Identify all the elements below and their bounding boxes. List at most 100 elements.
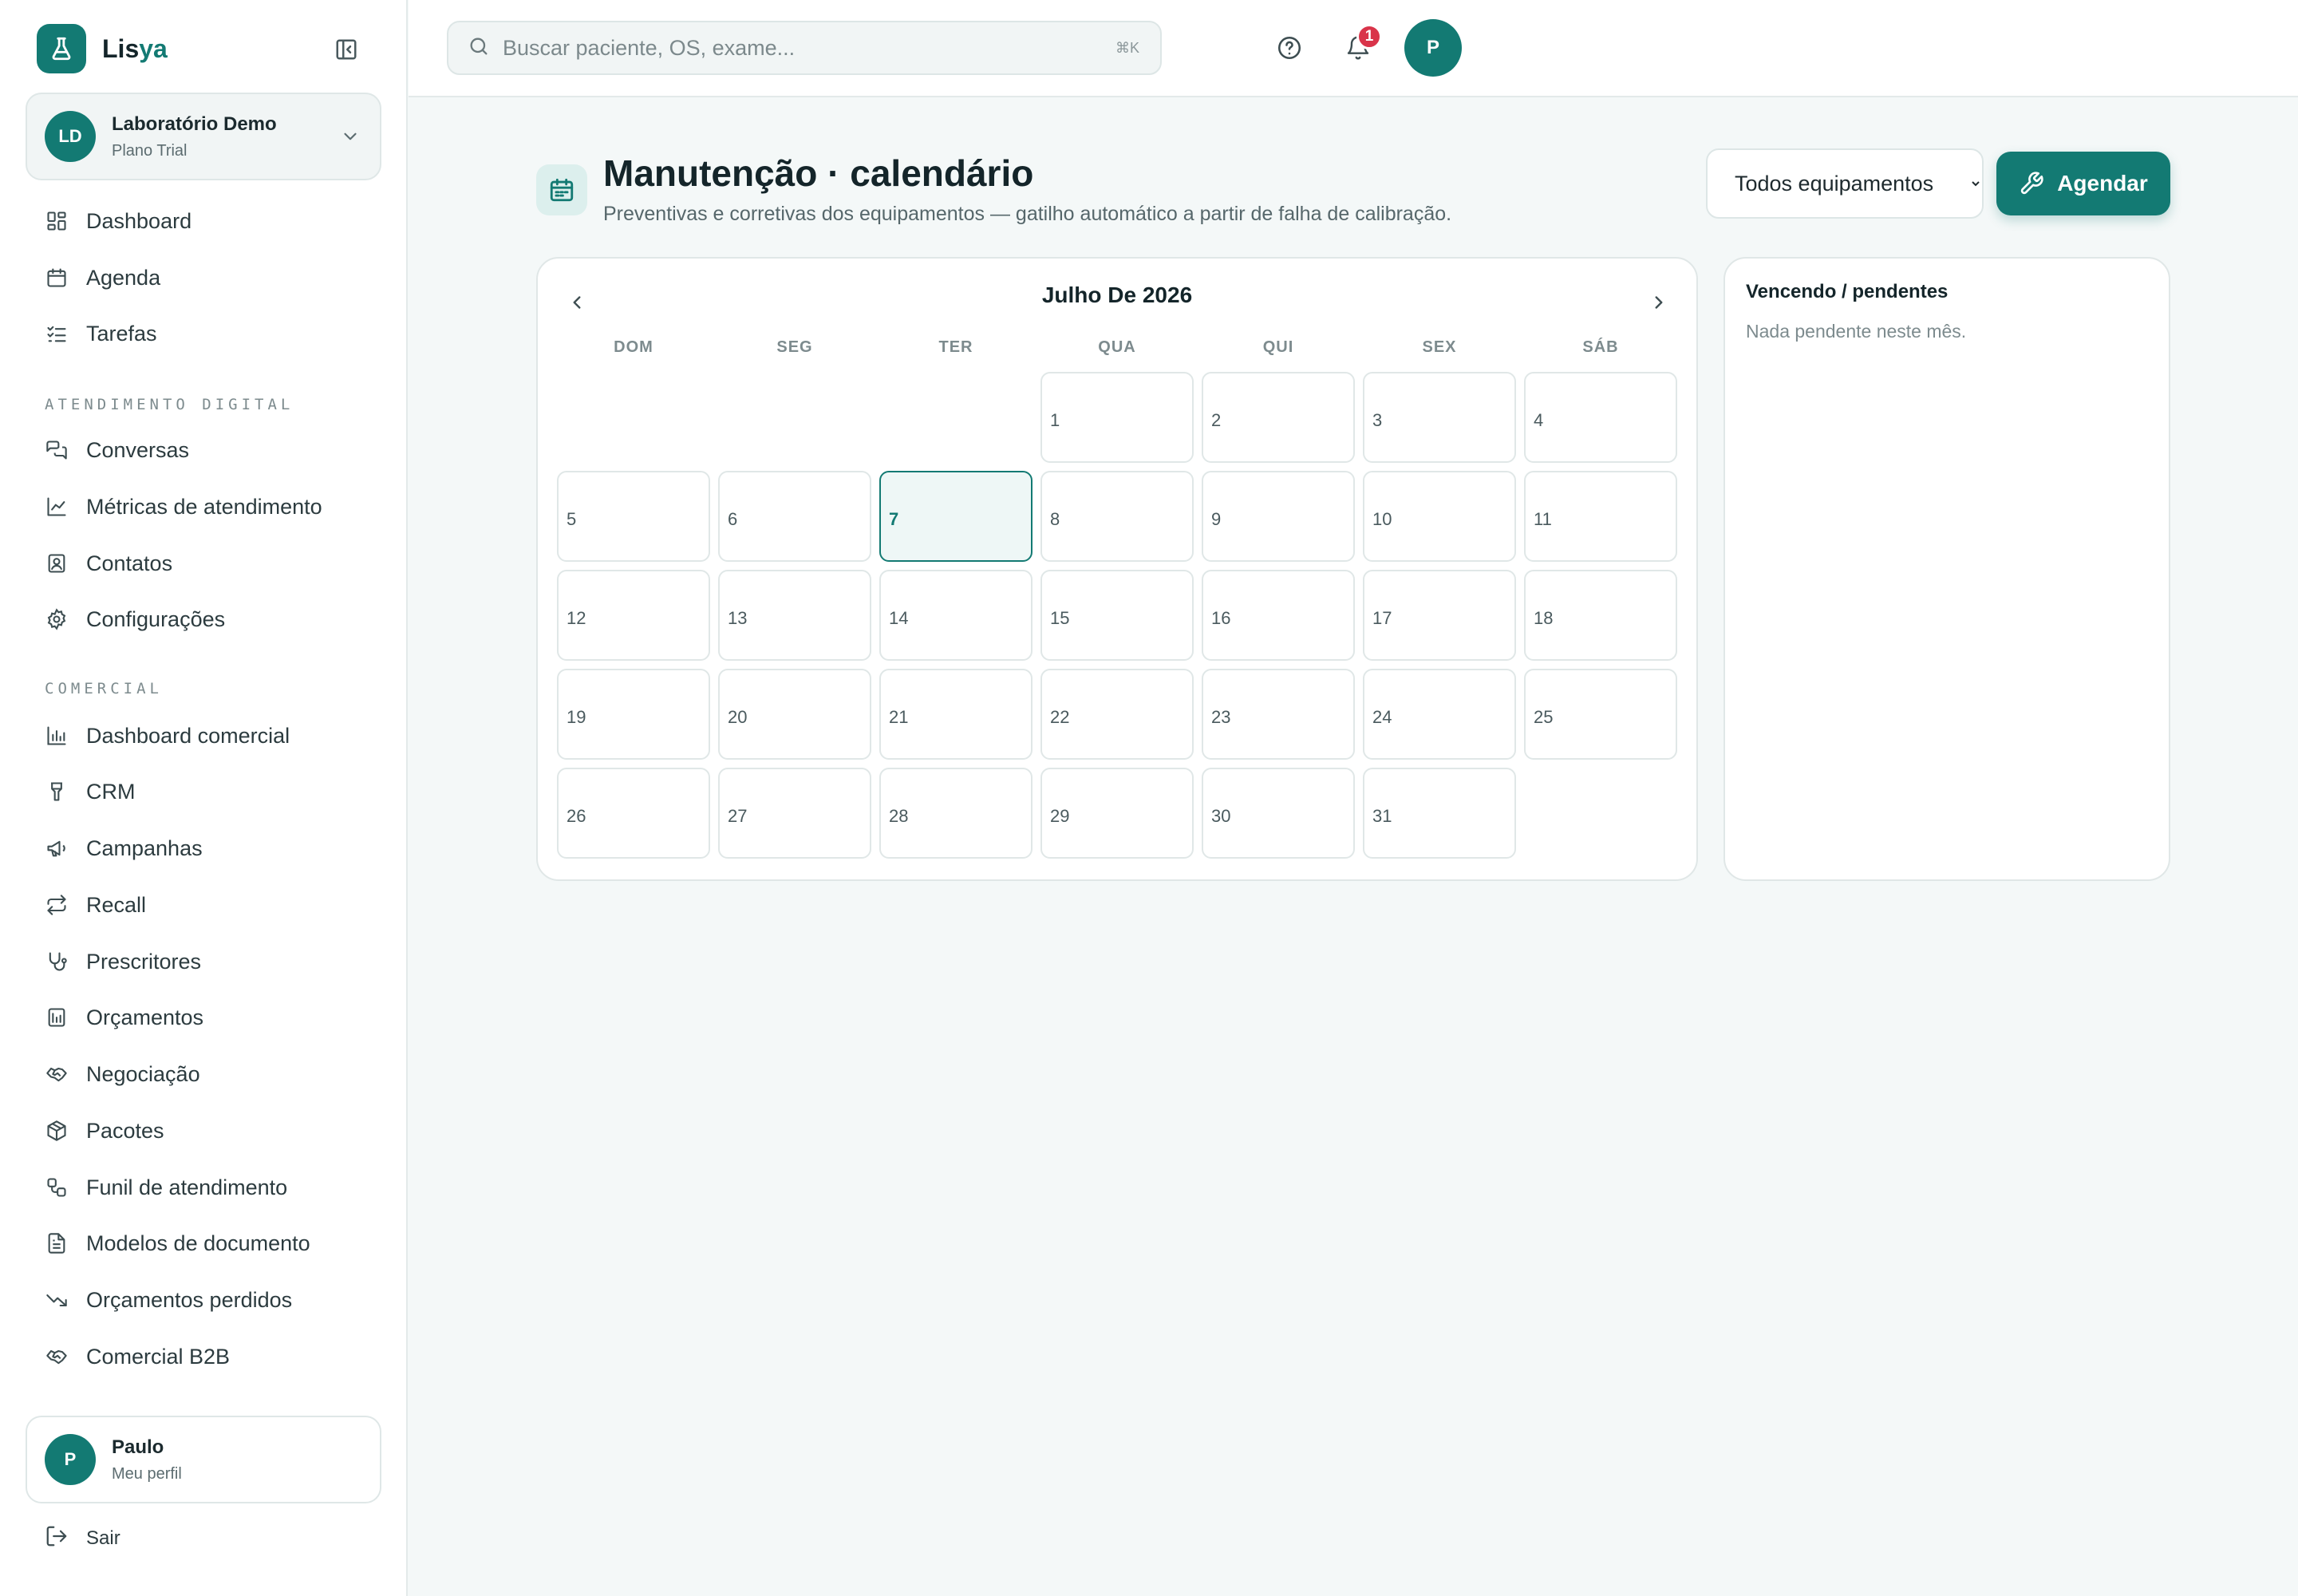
sidebar-item-agenda[interactable]: Agenda: [45, 258, 160, 298]
sidebar-item-orcamentos[interactable]: Orçamentos: [45, 998, 203, 1037]
day-cell[interactable]: 12: [557, 570, 710, 661]
sidebar-item-recall[interactable]: Recall: [45, 885, 146, 925]
bar-chart-icon: [45, 724, 69, 748]
brand-name-suffix: ya: [139, 34, 168, 63]
day-cell[interactable]: 3: [1363, 372, 1516, 463]
sidebar-item-prescritores[interactable]: Prescritores: [45, 942, 201, 982]
sidebar-item-label: Modelos de documento: [86, 1231, 310, 1255]
day-cell[interactable]: 20: [718, 669, 871, 760]
profile-card[interactable]: P Paulo Meu perfil: [26, 1416, 381, 1503]
day-cell[interactable]: 5: [557, 471, 710, 562]
day-number: 2: [1211, 410, 1222, 430]
day-cell[interactable]: 16: [1202, 570, 1355, 661]
day-cell[interactable]: 13: [718, 570, 871, 661]
brand-name-prefix: Lis: [102, 34, 140, 63]
day-cell[interactable]: 2: [1202, 372, 1355, 463]
sidebar-item-label: Configurações: [86, 606, 226, 631]
sidebar-item-negociacao[interactable]: Negociação: [45, 1054, 200, 1094]
sidebar-item-conversas[interactable]: Conversas: [45, 430, 189, 470]
day-cell[interactable]: 23: [1202, 669, 1355, 760]
user-avatar[interactable]: P: [1404, 19, 1462, 77]
sidebar-item-funil-de-atendimento[interactable]: Funil de atendimento: [45, 1167, 287, 1207]
day-cell[interactable]: 22: [1040, 669, 1194, 760]
day-number: 24: [1372, 707, 1392, 727]
sidebar-item-crm[interactable]: CRM: [45, 772, 136, 812]
sidebar-item-tarefas[interactable]: Tarefas: [45, 314, 157, 354]
sidebar-item-modelos-de-documento[interactable]: Modelos de documento: [45, 1223, 310, 1263]
day-cell[interactable]: 28: [879, 768, 1033, 859]
day-cell[interactable]: 27: [718, 768, 871, 859]
day-number: 18: [1534, 608, 1554, 628]
day-cell[interactable]: 1: [1040, 372, 1194, 463]
day-cell[interactable]: 6: [718, 471, 871, 562]
sidebar-item-label: CRM: [86, 779, 136, 804]
brand[interactable]: Lisya: [37, 24, 168, 73]
org-name: Laboratório Demo: [112, 113, 277, 135]
sidebar-item-label: Funil de atendimento: [86, 1175, 288, 1199]
sidebar-item-metricas-de-atendimento[interactable]: Métricas de atendimento: [45, 487, 322, 527]
day-cell[interactable]: 19: [557, 669, 710, 760]
gear-icon: [45, 607, 69, 631]
day-number: 21: [889, 707, 909, 727]
maintenance-calendar: Julho De 2026 DOM SEG TER QUA QUI SEX SÁB 1 2 3 4 5…: [536, 257, 1698, 881]
logout-button[interactable]: Sair: [45, 1524, 120, 1552]
search-box[interactable]: ⌘K: [447, 21, 1162, 75]
calendar-icon: [536, 164, 587, 215]
sidebar-item-configuracoes[interactable]: Configurações: [45, 599, 225, 639]
sidebar-item-contatos[interactable]: Contatos: [45, 543, 172, 583]
day-cell[interactable]: 11: [1524, 471, 1677, 562]
day-cell[interactable]: 26: [557, 768, 710, 859]
day-cell[interactable]: 25: [1524, 669, 1677, 760]
sidebar-item-label: Dashboard: [86, 208, 192, 233]
day-number: 30: [1211, 806, 1231, 826]
trending-down-icon: [45, 1288, 69, 1312]
repeat-icon: [45, 893, 69, 917]
equipment-filter-select[interactable]: Todos equipamentos: [1706, 148, 1984, 219]
day-cell[interactable]: 8: [1040, 471, 1194, 562]
file-text-icon: [45, 1231, 69, 1255]
weekday-header: QUA: [1098, 338, 1136, 356]
day-number: 27: [728, 806, 748, 826]
day-cell[interactable]: 18: [1524, 570, 1677, 661]
help-icon[interactable]: [1270, 29, 1309, 67]
sidebar-item-comercial-b2b[interactable]: Comercial B2B: [45, 1337, 230, 1377]
day-number: 10: [1372, 509, 1392, 529]
day-number: 8: [1050, 509, 1060, 529]
search-input[interactable]: [503, 35, 1093, 61]
org-plan: Plano Trial: [112, 141, 188, 160]
day-number: 13: [728, 608, 748, 628]
sidebar-item-label: Prescritores: [86, 949, 202, 974]
day-cell[interactable]: 15: [1040, 570, 1194, 661]
agendar-button[interactable]: Agendar: [1996, 152, 2170, 215]
handshake-icon: [45, 1062, 69, 1086]
day-number: 1: [1050, 410, 1060, 430]
day-cell-today[interactable]: 7: [879, 471, 1033, 562]
section-heading-comercial: COMERCIAL: [45, 680, 163, 697]
day-cell[interactable]: 4: [1524, 372, 1677, 463]
page-title: Manutenção · calendário: [603, 152, 1034, 194]
org-switcher[interactable]: LD Laboratório Demo Plano Trial: [26, 93, 381, 180]
day-cell[interactable]: 29: [1040, 768, 1194, 859]
day-cell[interactable]: 24: [1363, 669, 1516, 760]
search-shortcut: ⌘K: [1115, 40, 1139, 56]
next-month-button[interactable]: [1639, 282, 1679, 322]
day-cell[interactable]: 30: [1202, 768, 1355, 859]
day-number: 16: [1211, 608, 1231, 628]
sidebar-item-pacotes[interactable]: Pacotes: [45, 1111, 164, 1151]
sidebar-item-dashboard-comercial[interactable]: Dashboard comercial: [45, 716, 290, 756]
search-icon: [468, 35, 490, 61]
day-cell[interactable]: 31: [1363, 768, 1516, 859]
day-cell[interactable]: 9: [1202, 471, 1355, 562]
day-cell[interactable]: 21: [879, 669, 1033, 760]
day-cell[interactable]: 17: [1363, 570, 1516, 661]
sidebar-item-dashboard[interactable]: Dashboard: [45, 201, 192, 241]
collapse-sidebar-icon[interactable]: [330, 35, 362, 64]
sidebar-item-orcamentos-perdidos[interactable]: Orçamentos perdidos: [45, 1280, 292, 1320]
day-cell[interactable]: 14: [879, 570, 1033, 661]
day-number: 19: [567, 707, 586, 727]
chevron-down-icon: [340, 126, 361, 151]
day-number: 25: [1534, 707, 1554, 727]
day-number: 26: [567, 806, 586, 826]
sidebar-item-campanhas[interactable]: Campanhas: [45, 828, 203, 868]
day-cell[interactable]: 10: [1363, 471, 1516, 562]
